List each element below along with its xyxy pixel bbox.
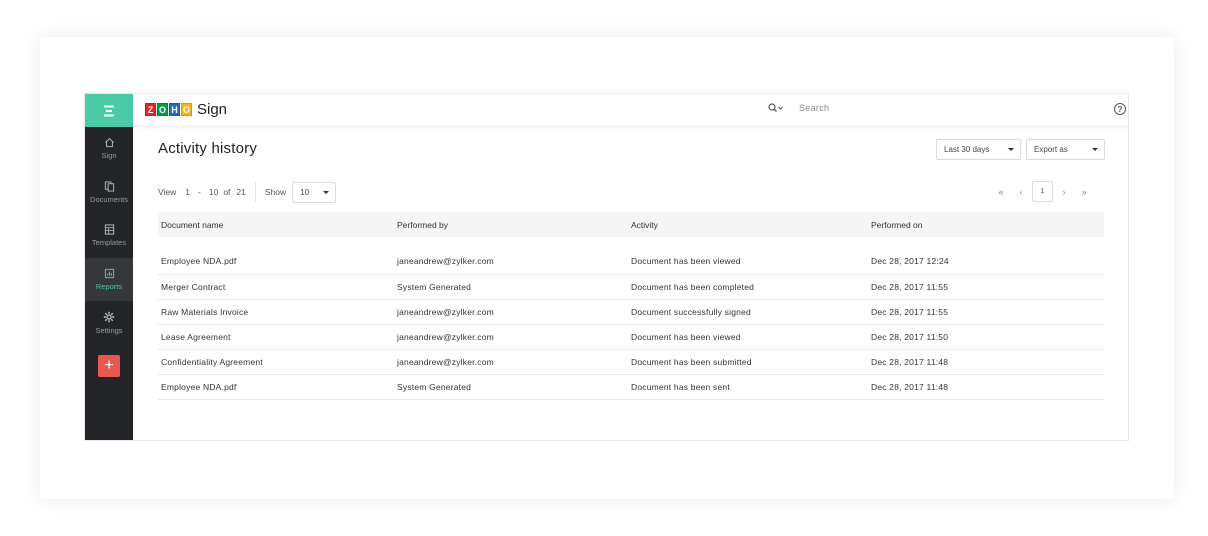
page-size-value: 10 [300, 187, 310, 197]
activity-cell: Document has been sent [631, 381, 730, 392]
sidebar-item-settings[interactable]: Settings [85, 301, 133, 345]
top-bar: Z O H O Sign Search ? [133, 94, 1128, 127]
table-row[interactable]: Employee NDA.pdf janeandrew@zylker.com D… [158, 249, 1104, 274]
view-of: of [223, 187, 231, 197]
view-label: View [158, 187, 177, 197]
zoho-letter: O [157, 103, 168, 116]
document-name-cell: Employee NDA.pdf [161, 381, 237, 392]
last-page-icon[interactable]: » [1074, 187, 1094, 197]
sidebar-item-label: Documents [90, 194, 128, 204]
activity-cell: Document has been viewed [631, 256, 741, 267]
performed-on-cell: Dec 28, 2017 11:50 [871, 331, 949, 342]
brand-logo[interactable]: Z O H O Sign [145, 101, 227, 118]
document-name-cell: Raw Materials Invoice [161, 306, 249, 317]
sidebar-item-label: Sign [101, 151, 117, 161]
column-header[interactable]: Activity [628, 212, 868, 237]
search-bar[interactable]: Search [768, 103, 829, 113]
export-dropdown[interactable]: Export as [1026, 139, 1105, 160]
table-row[interactable]: Raw Materials Invoice janeandrew@zylker.… [158, 299, 1104, 324]
sidebar-item-documents[interactable]: Documents [85, 171, 133, 215]
page-size-dropdown[interactable]: 10 [292, 181, 337, 203]
table-spacer [158, 237, 1104, 249]
search-input[interactable]: Search [799, 103, 829, 113]
divider [254, 182, 256, 202]
next-page-icon[interactable]: › [1054, 187, 1074, 197]
chevron-down-icon [1008, 148, 1014, 151]
view-from: 1 [185, 187, 191, 197]
chevron-down-icon [1092, 148, 1098, 151]
add-button[interactable]: + [98, 354, 120, 377]
zoho-letter: Z [145, 103, 156, 116]
view-dash: - [198, 187, 201, 197]
zoho-menu-icon [104, 105, 114, 116]
column-header[interactable]: Document name [158, 212, 394, 237]
table-row[interactable]: Confidentiality Agreement janeandrew@zyl… [158, 349, 1104, 374]
zoho-logo: Z O H O [145, 103, 193, 116]
view-summary: View 1 - 10 of 21 Show 10 [158, 181, 337, 203]
view-to: 10 [208, 187, 219, 197]
performed-by-cell: System Generated [397, 381, 472, 392]
previous-page-icon[interactable]: ‹ [1011, 187, 1031, 197]
zoho-letter: O [181, 103, 192, 116]
page-title: Activity history [158, 140, 258, 157]
activity-cell: Document has been viewed [631, 331, 741, 342]
activity-table: Document name Performed by Activity Perf… [158, 212, 1104, 400]
table-row[interactable]: Merger Contract System Generated Documen… [158, 274, 1104, 299]
performed-on-cell: Dec 28, 2017 11:48 [871, 356, 949, 367]
sidebar: Sign Documents Templates Reports Setting… [85, 94, 133, 440]
main-content: Activity history Last 30 days Export as … [133, 127, 1128, 440]
document-name-cell: Employee NDA.pdf [161, 256, 237, 267]
activity-cell: Document has been submitted [631, 356, 752, 367]
sidebar-item-label: Templates [91, 238, 127, 248]
activity-cell: Document successfully signed [631, 306, 751, 317]
first-page-icon[interactable]: « [991, 187, 1011, 197]
chevron-down-icon [323, 190, 330, 194]
help-icon[interactable]: ? [1114, 103, 1126, 115]
export-label: Export as [1034, 145, 1068, 154]
column-header[interactable]: Performed by [394, 212, 628, 237]
document-name-cell: Lease Agreement [161, 331, 231, 342]
performed-by-cell: System Generated [397, 281, 472, 292]
current-page[interactable]: 1 [1032, 181, 1053, 202]
performed-by-cell: janeandrew@zylker.com [397, 356, 494, 367]
performed-by-cell: janeandrew@zylker.com [397, 256, 494, 267]
gear-icon [103, 311, 115, 322]
column-header[interactable]: Performed on [868, 212, 1104, 237]
performed-on-cell: Dec 28, 2017 11:55 [871, 306, 949, 317]
app-window: Sign Documents Templates Reports Setting… [84, 93, 1129, 441]
activity-cell: Document has been completed [631, 281, 755, 292]
product-name: Sign [197, 101, 228, 118]
date-range-value: Last 30 days [944, 145, 990, 154]
performed-by-cell: janeandrew@zylker.com [397, 306, 494, 317]
reports-icon [104, 268, 114, 278]
table-header-row: Document name Performed by Activity Perf… [158, 212, 1104, 237]
document-name-cell: Merger Contract [161, 281, 226, 292]
date-range-dropdown[interactable]: Last 30 days [936, 139, 1021, 160]
performed-on-cell: Dec 28, 2017 11:55 [871, 281, 949, 292]
table-row[interactable]: Lease Agreement janeandrew@zylker.com Do… [158, 324, 1104, 349]
show-label: Show [264, 187, 287, 197]
sidebar-item-label: Reports [95, 281, 123, 291]
performed-on-cell: Dec 28, 2017 11:48 [871, 381, 949, 392]
pagination: « ‹ 1 › » [991, 181, 1094, 202]
zoho-letter: H [169, 103, 180, 116]
view-total: 21 [236, 187, 246, 197]
table-row[interactable]: Employee NDA.pdf System Generated Docume… [158, 374, 1104, 399]
document-name-cell: Confidentiality Agreement [161, 356, 263, 367]
performed-by-cell: janeandrew@zylker.com [397, 331, 494, 342]
sidebar-item-label: Settings [95, 325, 123, 335]
sidebar-item-templates[interactable]: Templates [85, 214, 133, 258]
sidebar-item-reports[interactable]: Reports [85, 257, 133, 301]
sidebar-item-sign[interactable]: Sign [85, 127, 133, 171]
search-icon[interactable] [768, 103, 784, 113]
templates-icon [104, 224, 114, 235]
menu-logo-button[interactable] [85, 94, 133, 127]
performed-on-cell: Dec 28, 2017 12:24 [871, 256, 949, 267]
documents-icon [104, 181, 114, 192]
home-icon [104, 138, 114, 148]
